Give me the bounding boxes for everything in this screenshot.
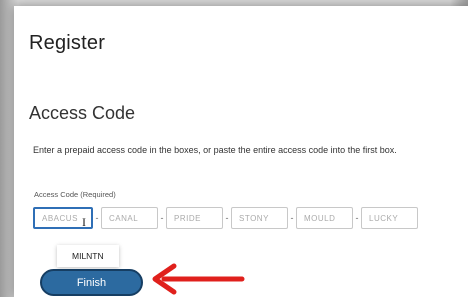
red-arrow-icon — [152, 263, 245, 295]
access-code-fields: ABACUS - CANAL - PRIDE - STONY - MOULD -… — [33, 207, 418, 229]
separator-dash: - — [95, 213, 99, 223]
page-title: Register — [29, 32, 106, 54]
access-code-input-5[interactable]: MOULD — [296, 207, 353, 229]
separator-dash: - — [225, 213, 229, 223]
separator-dash: - — [290, 213, 294, 223]
finish-button[interactable]: Finish — [40, 269, 143, 296]
access-code-input-4[interactable]: STONY — [231, 207, 288, 229]
instructions-text: Enter a prepaid access code in the boxes… — [33, 145, 397, 155]
access-code-input-6[interactable]: LUCKY — [361, 207, 418, 229]
text-cursor-icon: I — [82, 215, 86, 229]
autocomplete-suggestion[interactable]: MILNTN — [57, 245, 119, 267]
access-code-label: Access Code (Required) — [34, 190, 116, 199]
access-code-input-2[interactable]: CANAL — [101, 207, 158, 229]
separator-dash: - — [355, 213, 359, 223]
access-code-input-3[interactable]: PRIDE — [166, 207, 223, 229]
section-title: Access Code — [29, 103, 136, 123]
separator-dash: - — [160, 213, 164, 223]
